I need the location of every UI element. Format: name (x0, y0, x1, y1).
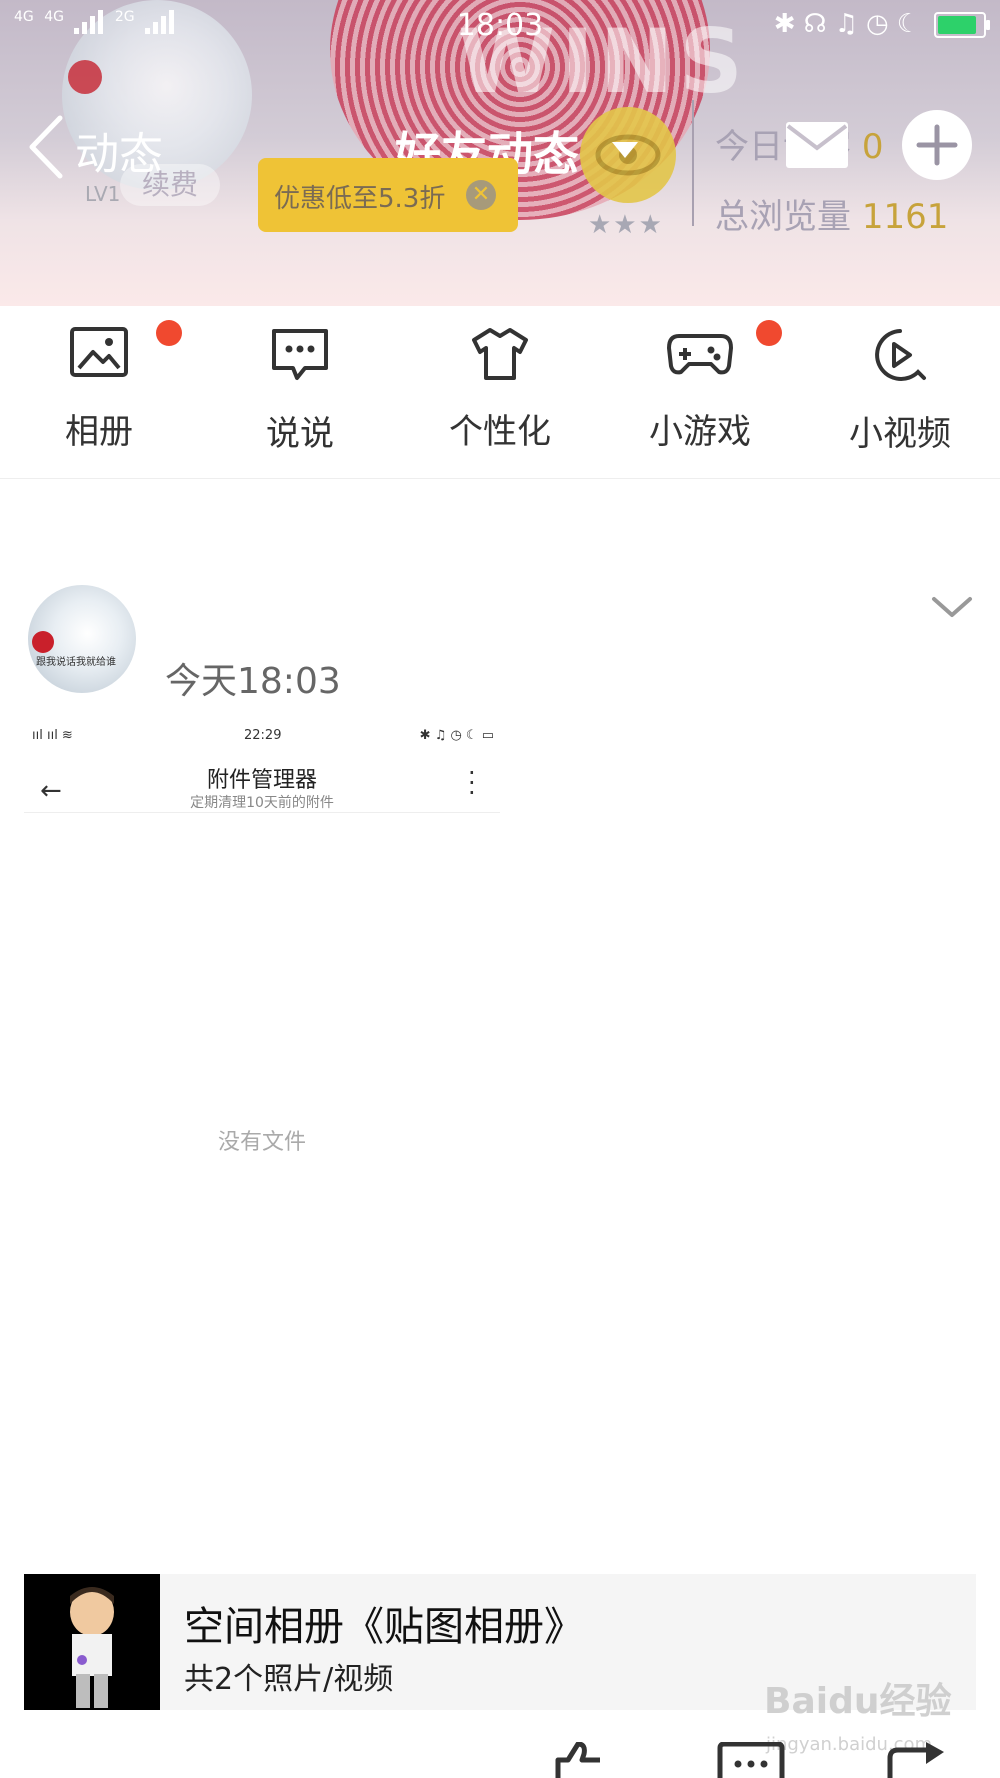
empty-state-text: 没有文件 (217, 1130, 306, 1155)
post-timestamp: 今天18:03 (165, 661, 341, 702)
nav-label: 说说 (266, 414, 334, 454)
nav-label: 小游戏 (649, 412, 751, 452)
plus-icon (916, 124, 958, 166)
visits-today-value: 0 (861, 127, 884, 167)
comment-icon[interactable] (716, 1742, 786, 1778)
nav-label: 小视频 (849, 414, 951, 454)
divider (692, 100, 694, 226)
signal-icon: ııl ııl ≋ (32, 728, 73, 743)
visits-total-value: 1161 (861, 197, 949, 237)
notification-dot (756, 320, 782, 346)
add-button[interactable] (902, 110, 972, 180)
notification-dot (156, 320, 182, 346)
album-thumbnail (24, 1574, 160, 1710)
cartoon-boy-image (70, 1587, 114, 1708)
battery-charging-icon (934, 11, 990, 38)
album-title: 空间相册《贴图相册》 (184, 1604, 584, 1650)
gamepad-icon (667, 334, 733, 375)
nav-item-album[interactable]: 相册 (29, 326, 169, 453)
nav-label: 个性化 (449, 412, 551, 452)
watermark-logo: Baidu经验 (764, 1681, 952, 1722)
promo-text: 优惠低至5.3折 (274, 184, 446, 214)
status-bar: 4G 4G 2G 18:03 ✱☊♫◷☾ (0, 0, 1000, 52)
more-vertical-icon: · · · (468, 759, 476, 807)
nav-label: 相册 (65, 412, 133, 452)
profile-header: WINS LV1 续费 4G 4G 2G 18:03 ✱☊♫◷☾ 动态 ★★★ … (0, 0, 1000, 306)
chevron-down-icon[interactable] (612, 142, 638, 158)
rose-decoration (68, 60, 102, 94)
divider (24, 812, 500, 813)
back-label[interactable]: 动态 (75, 118, 163, 182)
nav-item-personalize[interactable]: 个性化 (430, 326, 570, 453)
embedded-title: 附件管理器 (206, 768, 317, 793)
bluetooth-icon: ✱ (773, 9, 804, 39)
mail-icon[interactable] (784, 114, 850, 174)
album-subtitle: 共2个照片/视频 (184, 1662, 394, 1697)
bell-off-icon: ♫ (834, 9, 866, 39)
chevron-down-icon[interactable] (930, 595, 974, 619)
alarm-icon: ◷ (866, 9, 897, 39)
chat-bubble-icon (272, 329, 328, 380)
video-play-icon (875, 329, 926, 381)
nav-item-posts[interactable]: 说说 (230, 326, 370, 455)
post-author-avatar[interactable]: 跟我说话我就给谁 (28, 585, 136, 693)
tshirt-icon (472, 328, 528, 380)
embedded-subtitle: 定期清理10天前的附件 (190, 795, 334, 811)
post-image[interactable]: ııl ııl ≋ 22:29 ✱ ♫ ◷ ☾ ▭ ← 附件管理器 定期清理10… (24, 720, 500, 1160)
headset-icon: ☊ (803, 9, 835, 39)
rose-decoration (32, 631, 54, 653)
close-icon[interactable]: ✕ (466, 180, 496, 210)
embedded-status-icons: ✱ ♫ ◷ ☾ ▭ (419, 728, 494, 743)
status-icons: ✱☊♫◷☾ (773, 9, 990, 39)
embedded-status-bar: ııl ııl ≋ 22:29 ✱ ♫ ◷ ☾ ▭ (24, 728, 500, 748)
promo-banner[interactable]: 优惠低至5.3折 ✕ (258, 158, 518, 232)
feature-nav: 相册 说说 个性化 小游戏 小视频 (0, 306, 1000, 479)
embedded-clock: 22:29 (244, 728, 282, 743)
visits-total-label: 总浏览量 (715, 197, 851, 237)
moon-icon: ☾ (896, 9, 928, 39)
nav-item-short-video[interactable]: 小视频 (830, 326, 970, 455)
avatar-caption: 跟我说话我就给谁 (36, 657, 116, 668)
photo-album-icon (70, 327, 128, 377)
nav-item-games[interactable]: 小游戏 (630, 326, 770, 453)
level-badge: LV1 (85, 182, 121, 206)
rating-stars: ★★★ (588, 210, 664, 240)
like-icon[interactable] (548, 1742, 610, 1778)
share-icon[interactable] (886, 1742, 952, 1778)
